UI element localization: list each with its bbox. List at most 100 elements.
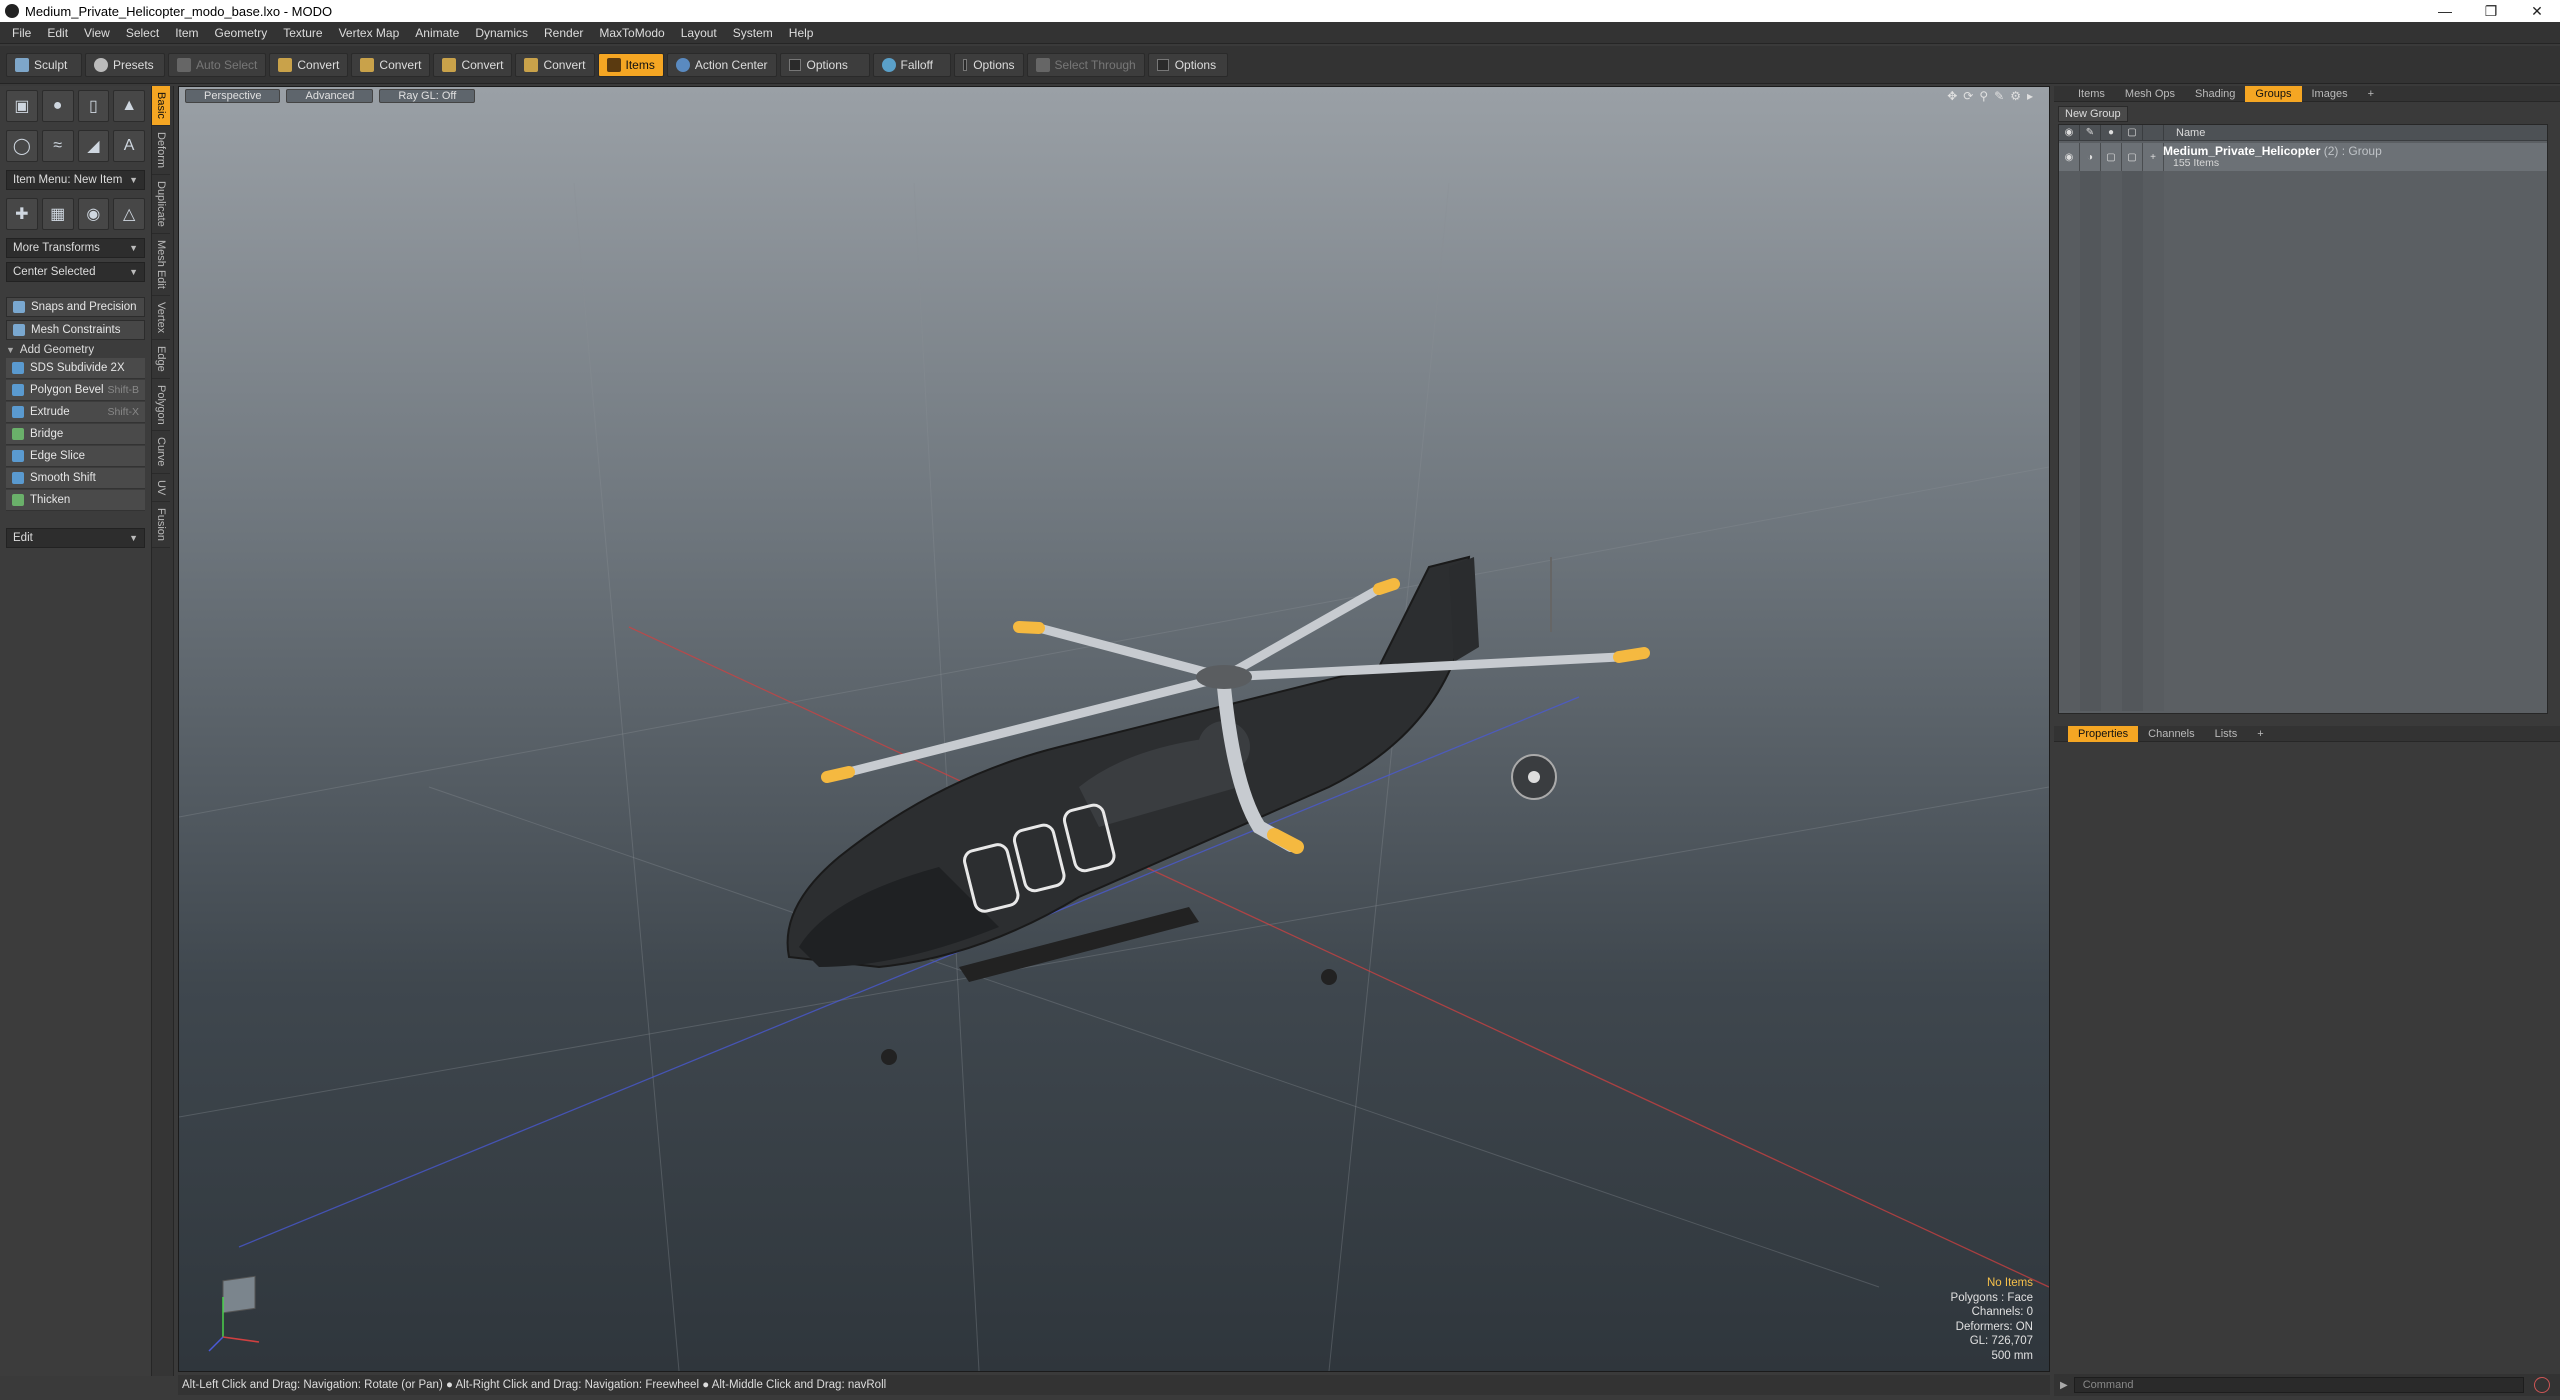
tab-mesh-edit[interactable]: Mesh Edit [152, 234, 170, 296]
tab-images[interactable]: Images [2302, 86, 2358, 102]
command-input[interactable]: Command [2073, 1377, 2524, 1393]
tab-deform[interactable]: Deform [152, 126, 170, 175]
mesh-constraints-button[interactable]: Mesh Constraints [6, 320, 145, 340]
tab-groups[interactable]: Groups [2245, 85, 2302, 102]
tab-basic[interactable]: Basic [152, 86, 170, 126]
action-center-icon [675, 57, 690, 72]
menu-system[interactable]: System [725, 26, 781, 40]
falloff-button[interactable]: Falloff [872, 52, 951, 77]
select-icon[interactable]: ▢ [2122, 124, 2143, 141]
add-tab-button[interactable]: + [2358, 86, 2384, 102]
row-select-icon[interactable]: ▢ [2122, 143, 2143, 171]
tab-fusion[interactable]: Fusion [152, 502, 170, 549]
add-geometry-header[interactable]: ▼ Add Geometry [6, 344, 145, 356]
item-menu-dropdown[interactable]: Item Menu: New Item ▼ [6, 170, 145, 190]
tab-edge[interactable]: Edge [152, 340, 170, 379]
polygon-bevel-button[interactable]: Polygon Bevel Shift-B [6, 380, 145, 401]
falloff-options-checkbox[interactable] [962, 58, 968, 71]
new-group-button[interactable]: New Group [2058, 106, 2128, 122]
transform-icon[interactable]: ✚ [6, 198, 38, 230]
snaps-precision-button[interactable]: Snaps and Precision [6, 297, 145, 317]
menu-file[interactable]: File [4, 26, 39, 40]
smooth-shift-button[interactable]: Smooth Shift [6, 468, 145, 489]
tab-vertex[interactable]: Vertex [152, 296, 170, 340]
menu-layout[interactable]: Layout [673, 26, 725, 40]
more-transforms-dropdown[interactable]: More Transforms ▼ [6, 238, 145, 258]
menu-geometry[interactable]: Geometry [207, 26, 276, 40]
cylinder-icon[interactable]: ▯ [77, 90, 110, 122]
menu-view[interactable]: View [76, 26, 118, 40]
text-icon[interactable]: A [113, 130, 145, 162]
visibility-eye-icon[interactable]: ◉ [2059, 124, 2080, 141]
add-tab-button[interactable]: + [2247, 726, 2273, 742]
grid-icon[interactable]: ▦ [41, 198, 74, 230]
row-render-icon[interactable]: ◑ [2080, 143, 2101, 171]
close-button[interactable]: ✕ [2514, 0, 2560, 22]
sds-subdivide-button[interactable]: SDS Subdivide 2X [6, 358, 145, 379]
center-selected-dropdown[interactable]: Center Selected ▼ [6, 262, 145, 282]
items-mode-button[interactable]: Items [597, 52, 664, 77]
plane-icon[interactable]: ◢ [77, 130, 110, 162]
row-lock-icon[interactable]: ▢ [2101, 143, 2122, 171]
lock-icon[interactable]: ● [2101, 124, 2122, 141]
menu-render[interactable]: Render [536, 26, 591, 40]
command-history-icon[interactable] [2533, 1377, 2550, 1393]
menu-texture[interactable]: Texture [275, 26, 330, 40]
tab-items[interactable]: Items [2068, 86, 2115, 102]
menu-maxtomodo[interactable]: MaxToModo [591, 26, 672, 40]
action-center-button[interactable]: Action Center [666, 52, 777, 77]
row-expand-icon[interactable]: + [2143, 143, 2164, 171]
group-type: (2) : Group [2323, 144, 2382, 158]
status-bar: Alt-Left Click and Drag: Navigation: Rot… [178, 1375, 2050, 1395]
brush-icon [15, 57, 29, 72]
convert-polygons-button[interactable]: Convert [433, 52, 513, 77]
bridge-button[interactable]: Bridge [6, 424, 145, 445]
render-icon[interactable]: ✎ [2080, 124, 2101, 141]
tab-polygon[interactable]: Polygon [152, 379, 170, 432]
menu-edit[interactable]: Edit [39, 26, 76, 40]
menu-animate[interactable]: Animate [407, 26, 467, 40]
pyramid-icon[interactable]: △ [113, 198, 145, 230]
sphere-icon[interactable]: ● [41, 90, 74, 122]
tab-properties[interactable]: Properties [2068, 725, 2139, 742]
convert-vertices-button[interactable]: Convert [269, 52, 349, 77]
presets-button[interactable]: Presets [85, 52, 165, 77]
sculpt-button[interactable]: Sculpt [6, 52, 82, 77]
menu-item[interactable]: Item [167, 26, 206, 40]
capsule-icon[interactable]: ≈ [41, 130, 74, 162]
extrude-button[interactable]: Extrude Shift-X [6, 402, 145, 423]
torus-icon[interactable]: ◯ [6, 130, 38, 162]
select-through-options[interactable]: Options [1147, 52, 1228, 77]
edge-slice-button[interactable]: Edge Slice [6, 446, 145, 467]
cone-icon[interactable]: ▲ [113, 90, 145, 122]
tab-curve[interactable]: Curve [152, 431, 170, 474]
tab-shading[interactable]: Shading [2185, 86, 2245, 102]
edit-dropdown[interactable]: Edit ▼ [6, 528, 145, 548]
globe-icon[interactable]: ◉ [77, 198, 110, 230]
tab-lists[interactable]: Lists [2205, 726, 2248, 742]
group-name-label: Medium_Private_Helicopter [2163, 144, 2321, 158]
convert-materials-button[interactable]: Convert [515, 52, 595, 77]
group-row[interactable]: ◉ ◑ ▢ ▢ + Medium_Private_Helicopter (2) … [2059, 143, 2547, 171]
restore-button[interactable]: ❐ [2468, 0, 2514, 22]
cube-icon[interactable]: ▣ [6, 90, 38, 122]
auto-select-button[interactable]: Auto Select [168, 52, 267, 77]
menu-vertex-map[interactable]: Vertex Map [331, 26, 408, 40]
thicken-button[interactable]: Thicken [6, 490, 145, 511]
tab-uv[interactable]: UV [152, 474, 170, 503]
menu-help[interactable]: Help [781, 26, 822, 40]
menu-dynamics[interactable]: Dynamics [467, 26, 536, 40]
convert-edges-button[interactable]: Convert [351, 52, 431, 77]
row-visibility-eye-icon[interactable]: ◉ [2059, 143, 2080, 171]
tab-duplicate[interactable]: Duplicate [152, 175, 170, 234]
tab-mesh-ops[interactable]: Mesh Ops [2115, 86, 2185, 102]
select-through-button[interactable]: Select Through [1026, 52, 1145, 77]
3d-viewport[interactable]: Perspective Advanced Ray GL: Off ✥ ⟳ ⚲ ✎… [178, 86, 2050, 1372]
options-checkbox[interactable] [788, 58, 801, 71]
action-center-options[interactable]: Options [779, 52, 870, 77]
minimize-button[interactable]: — [2422, 0, 2468, 22]
menu-select[interactable]: Select [118, 26, 167, 40]
falloff-options[interactable]: Options [953, 52, 1024, 77]
tab-channels[interactable]: Channels [2138, 726, 2204, 742]
select-through-checkbox[interactable] [1156, 58, 1169, 71]
